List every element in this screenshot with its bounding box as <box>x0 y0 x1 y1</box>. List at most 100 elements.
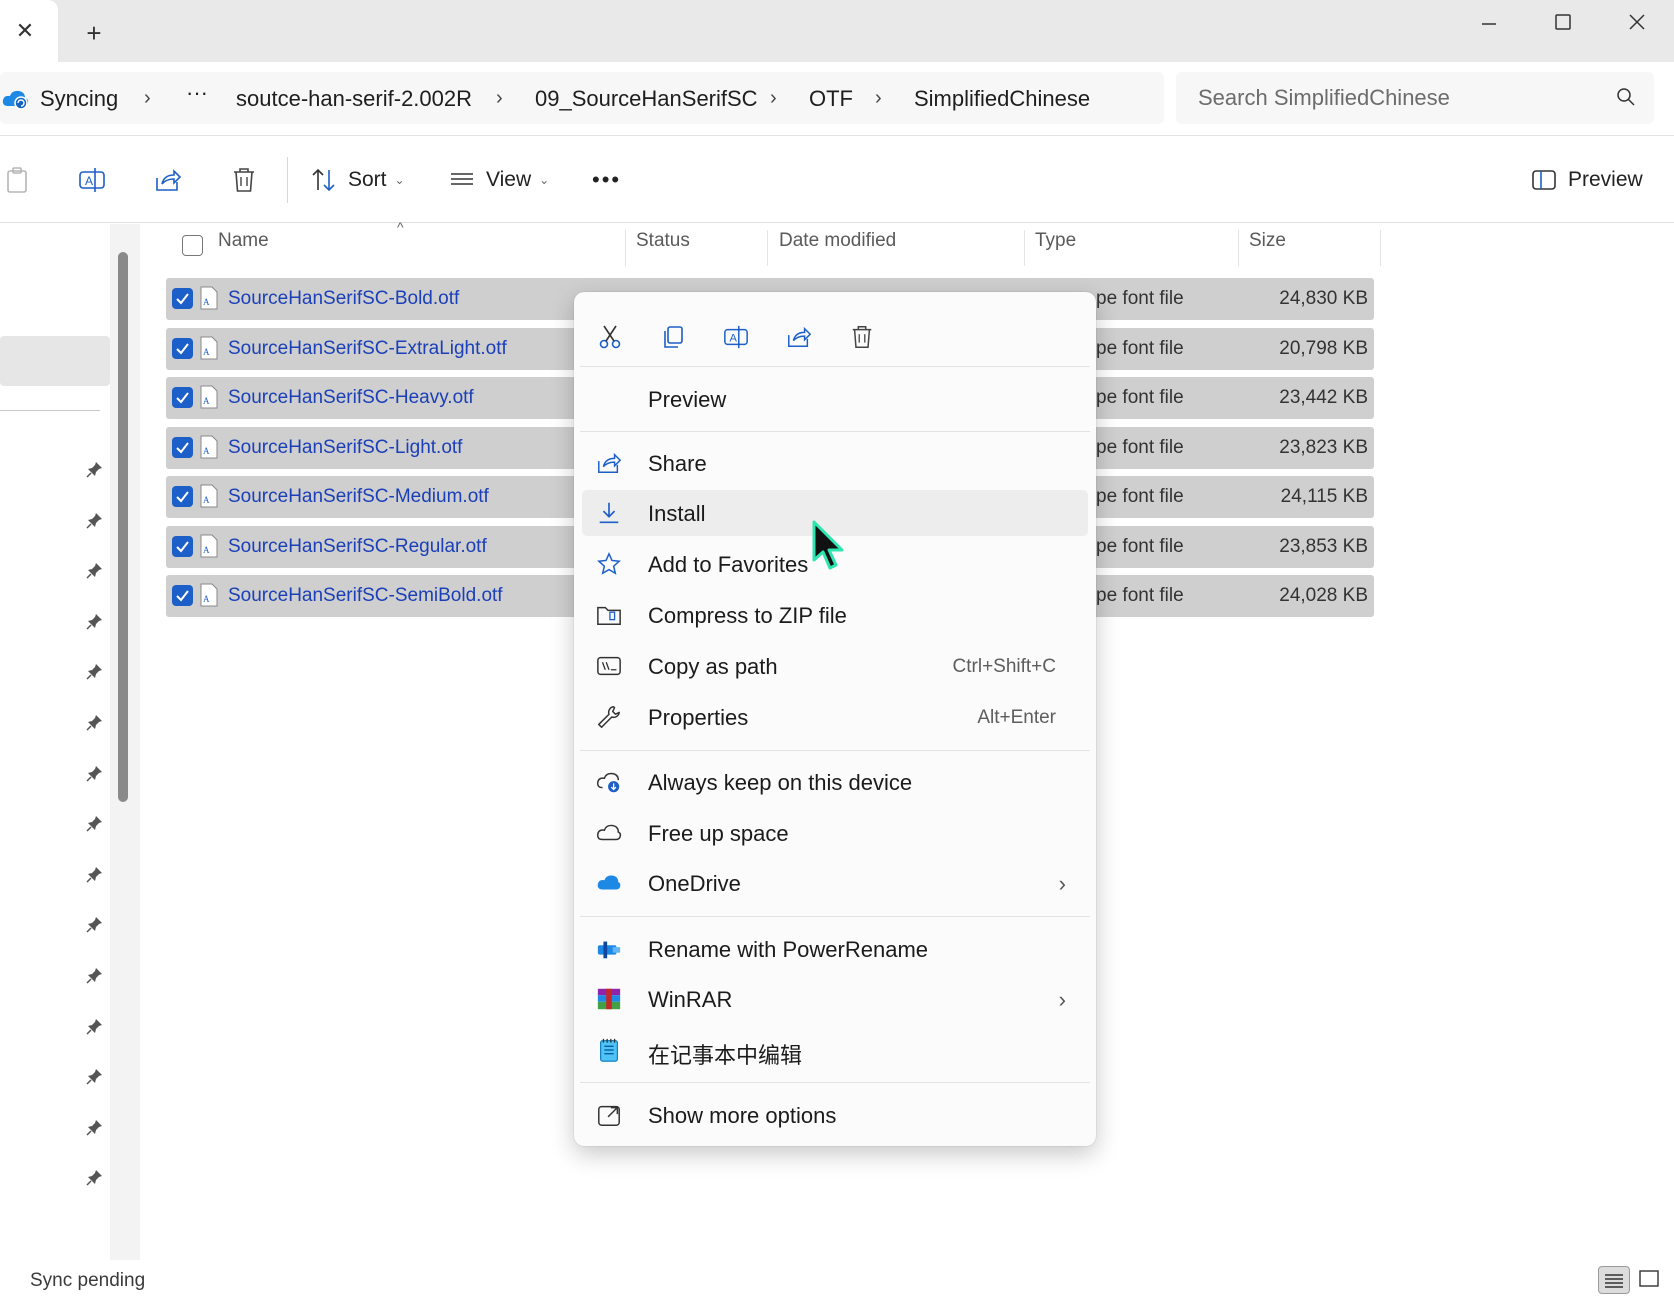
nav-scrollbar-thumb[interactable] <box>118 252 128 802</box>
chevron-right-icon[interactable]: › <box>770 87 777 110</box>
chevron-right-icon[interactable]: › <box>875 87 882 110</box>
pin-icon[interactable] <box>86 561 106 581</box>
tab-current[interactable]: ✕ <box>0 0 58 62</box>
menu-item-properties[interactable]: Properties Alt+Enter <box>582 694 1088 740</box>
tiles-view-button[interactable] <box>1634 1266 1666 1294</box>
pin-icon[interactable] <box>86 814 106 834</box>
breadcrumb-item-root[interactable]: soutce-han-serif-2.002R <box>236 86 472 112</box>
menu-item-notepad-edit[interactable]: 在记事本中编辑 <box>582 1027 1088 1073</box>
file-name[interactable]: SourceHanSerifSC-Light.otf <box>228 437 462 459</box>
column-divider[interactable] <box>625 230 626 266</box>
row-checkbox-checked[interactable] <box>172 288 193 309</box>
font-file-icon: A <box>200 336 218 359</box>
menu-label: Share <box>648 451 707 476</box>
preview-pane-button[interactable]: Preview <box>1530 163 1643 197</box>
column-header-size[interactable]: Size <box>1249 230 1286 262</box>
view-button[interactable]: View ⌄ <box>448 163 549 197</box>
pin-icon[interactable] <box>86 1067 106 1087</box>
delete-button[interactable] <box>840 314 884 358</box>
svg-text:A: A <box>730 333 738 345</box>
menu-separator <box>580 431 1090 432</box>
pin-icon[interactable] <box>86 865 106 885</box>
pin-icon[interactable] <box>86 966 106 986</box>
pin-icon[interactable] <box>86 1168 106 1188</box>
breadcrumb-item-otf[interactable]: OTF <box>809 86 853 112</box>
share-button[interactable] <box>154 163 192 197</box>
pin-icon[interactable] <box>86 764 106 784</box>
row-checkbox-checked[interactable] <box>172 486 193 507</box>
pin-icon[interactable] <box>86 460 106 480</box>
details-view-button[interactable] <box>1598 1266 1630 1294</box>
menu-item-powerrename[interactable]: Rename with PowerRename <box>582 926 1088 972</box>
pin-icon[interactable] <box>86 1017 106 1037</box>
pin-icon[interactable] <box>86 511 106 531</box>
column-header-date-modified[interactable]: Date modified <box>779 230 896 262</box>
file-name[interactable]: SourceHanSerifSC-Heavy.otf <box>228 387 474 409</box>
status-text: Sync pending <box>30 1270 146 1291</box>
pin-icon[interactable] <box>86 1118 106 1138</box>
file-name[interactable]: SourceHanSerifSC-Regular.otf <box>228 536 487 558</box>
file-type: pe font file <box>1096 535 1184 557</box>
menu-item-onedrive[interactable]: OneDrive › <box>582 860 1088 906</box>
menu-item-share[interactable]: Share <box>582 440 1088 486</box>
menu-item-copy-as-path[interactable]: Copy as path Ctrl+Shift+C <box>582 643 1088 689</box>
file-name[interactable]: SourceHanSerifSC-SemiBold.otf <box>228 585 503 607</box>
file-name[interactable]: SourceHanSerifSC-ExtraLight.otf <box>228 338 507 360</box>
column-divider[interactable] <box>1380 230 1381 266</box>
file-name[interactable]: SourceHanSerifSC-Bold.otf <box>228 288 459 310</box>
pin-icon[interactable] <box>86 662 106 682</box>
nav-item-selected[interactable] <box>0 336 110 386</box>
view-icon <box>451 173 473 185</box>
cloud-icon <box>596 824 622 841</box>
breadcrumb[interactable]: Syncing › ··· soutce-han-serif-2.002R › … <box>0 72 1164 124</box>
winrar-icon <box>597 988 621 1010</box>
row-checkbox-checked[interactable] <box>172 337 193 359</box>
search-box[interactable] <box>1176 72 1654 124</box>
row-checkbox-checked[interactable] <box>172 387 193 408</box>
menu-item-show-more-options[interactable]: Show more options <box>582 1092 1088 1138</box>
menu-item-compress-zip[interactable]: Compress to ZIP file <box>582 592 1088 638</box>
menu-item-always-keep[interactable]: Always keep on this device <box>582 759 1088 805</box>
minimize-button[interactable] <box>1466 8 1512 36</box>
pin-icon[interactable] <box>86 612 106 632</box>
row-checkbox-checked[interactable] <box>172 585 193 606</box>
menu-label: Compress to ZIP file <box>648 603 847 628</box>
pin-icon[interactable] <box>86 915 106 935</box>
column-header-type[interactable]: Type <box>1035 230 1076 262</box>
close-window-button[interactable] <box>1614 8 1660 36</box>
share-button[interactable] <box>777 314 821 358</box>
row-checkbox-checked[interactable] <box>172 535 193 557</box>
delete-button[interactable] <box>230 163 268 197</box>
column-divider[interactable] <box>767 230 768 266</box>
breadcrumb-item-folder[interactable]: 09_SourceHanSerifSC <box>535 86 758 112</box>
menu-item-preview[interactable]: Preview <box>582 376 1088 422</box>
rename-button[interactable]: A <box>714 314 758 358</box>
maximize-button[interactable] <box>1540 8 1586 36</box>
delete-icon <box>234 168 254 192</box>
column-header-name[interactable]: Name <box>218 230 269 262</box>
menu-item-free-up-space[interactable]: Free up space <box>582 810 1088 856</box>
copy-button[interactable] <box>651 314 695 358</box>
file-name[interactable]: SourceHanSerifSC-Medium.otf <box>228 486 489 508</box>
search-input[interactable] <box>1198 84 1578 112</box>
breadcrumb-syncing[interactable]: Syncing <box>40 86 118 112</box>
new-tab-button[interactable]: + <box>80 19 108 47</box>
rename-button[interactable]: A <box>78 163 116 197</box>
row-checkbox-checked[interactable] <box>172 436 193 458</box>
chevron-right-icon[interactable]: › <box>496 87 503 110</box>
sort-button[interactable]: Sort ⌄ <box>310 163 405 197</box>
breadcrumb-overflow[interactable]: ··· <box>186 80 208 106</box>
column-divider[interactable] <box>1024 230 1025 266</box>
pin-icon[interactable] <box>86 713 106 733</box>
chevron-right-icon[interactable]: › <box>144 87 151 110</box>
select-all-checkbox[interactable] <box>182 235 203 256</box>
column-divider[interactable] <box>1238 230 1239 266</box>
paste-button[interactable] <box>4 163 40 197</box>
cut-button[interactable] <box>588 314 632 358</box>
menu-item-winrar[interactable]: WinRAR › <box>582 976 1088 1022</box>
see-more-button[interactable]: ••• <box>592 163 621 197</box>
close-tab-icon[interactable]: ✕ <box>14 20 36 42</box>
breadcrumb-item-current[interactable]: SimplifiedChinese <box>914 86 1090 112</box>
column-header-status[interactable]: Status <box>636 230 690 262</box>
search-icon[interactable] <box>1616 87 1636 107</box>
